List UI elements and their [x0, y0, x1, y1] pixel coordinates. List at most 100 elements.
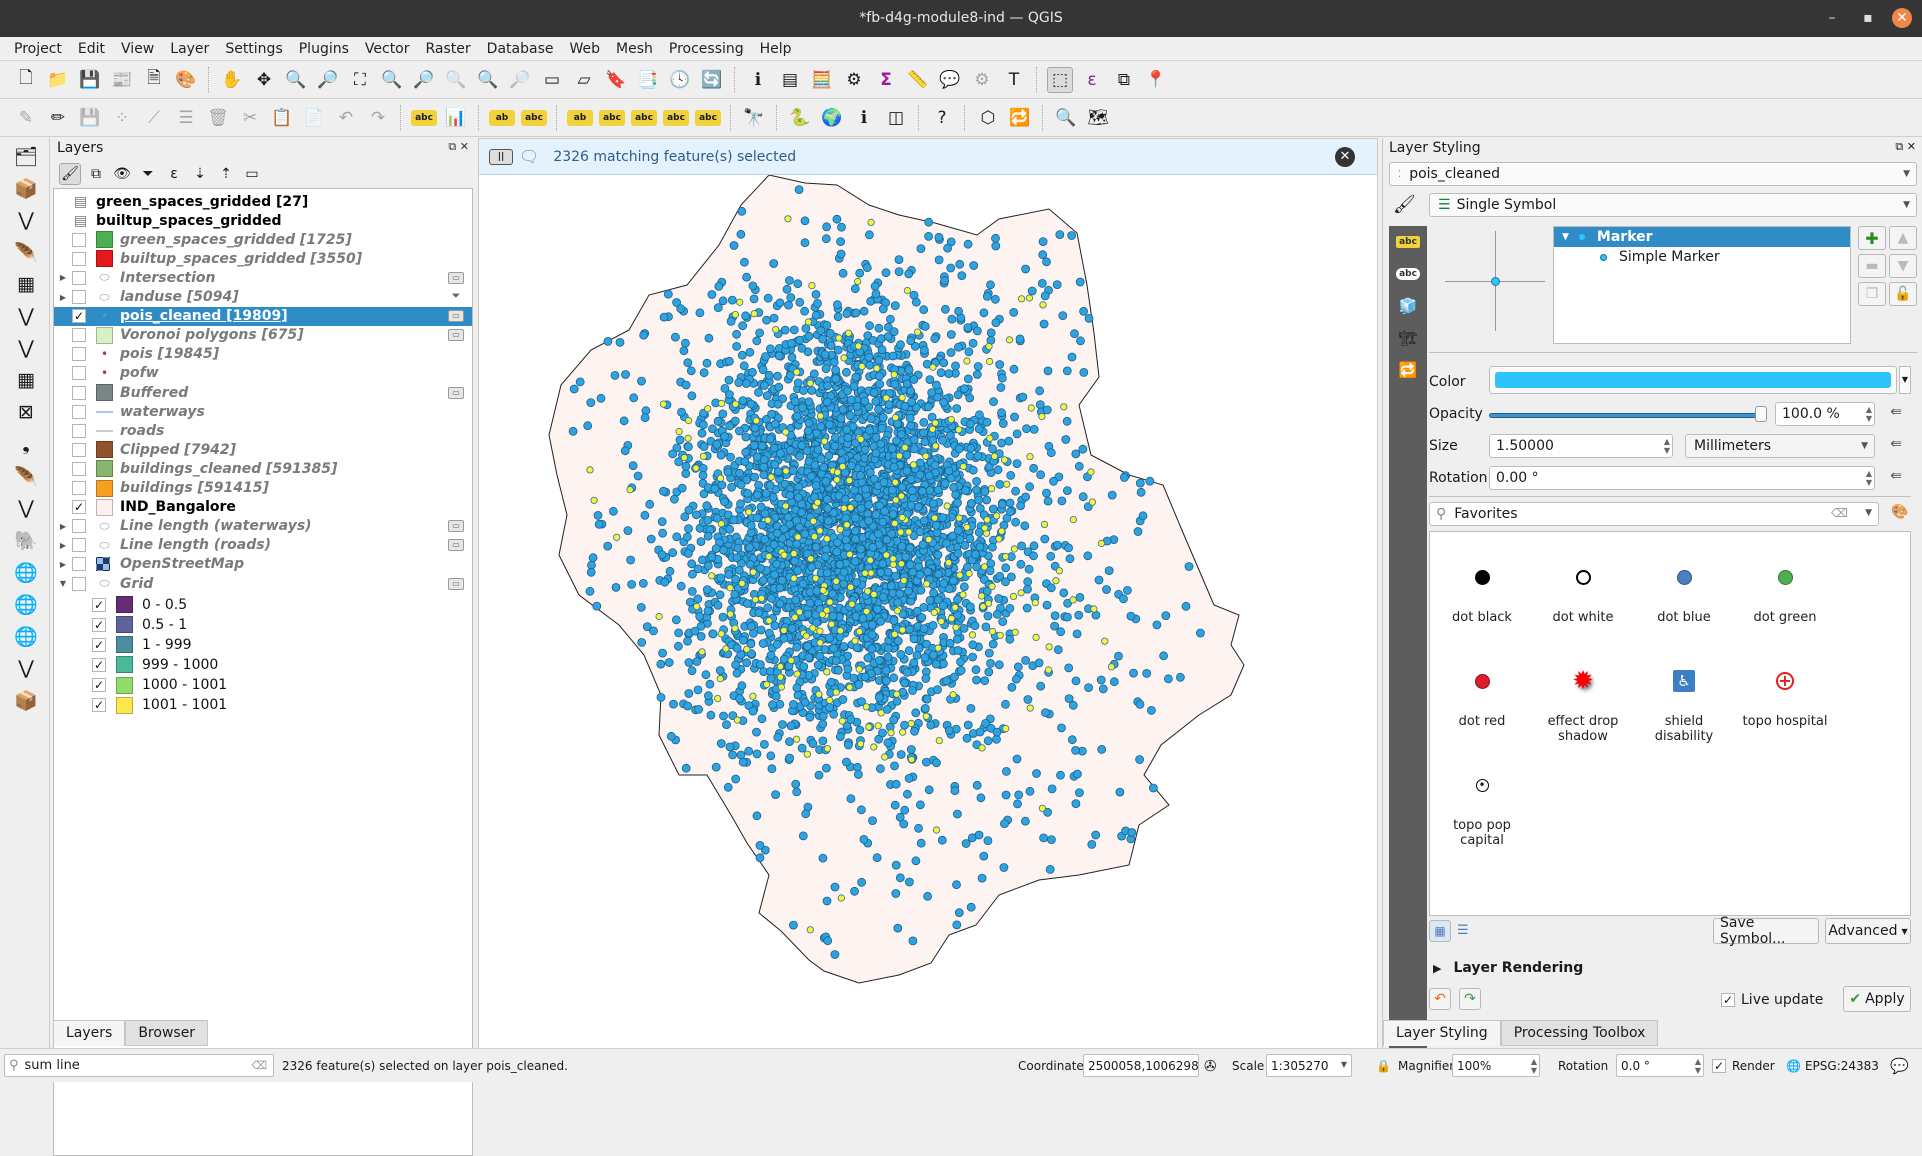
grid-legend-item[interactable]: ✓ 0 - 0.5 — [54, 595, 472, 614]
render-checkbox[interactable]: ✓ Render — [1712, 1055, 1775, 1077]
list-view-button[interactable]: ☰ — [1457, 923, 1469, 938]
duplicate-symbol-layer-button[interactable]: ❐ — [1858, 282, 1886, 306]
map-swipe-icon[interactable]: ◫ — [883, 105, 909, 131]
layer-item[interactable]: ▤ green_spaces_gridded [27] — [54, 192, 472, 211]
menu-help[interactable]: Help — [752, 41, 800, 57]
layer-visibility-checkbox[interactable] — [72, 347, 86, 362]
add-vector-tile-icon[interactable]: 📦 — [10, 686, 42, 714]
expand-arrow-icon[interactable]: ▶ — [58, 560, 68, 569]
filter-indicator-icon[interactable]: ⏷ — [448, 290, 464, 303]
diagrams-tab-icon[interactable]: 🏗 — [1389, 322, 1427, 354]
layer-visibility-checkbox[interactable] — [72, 442, 86, 457]
new-temporary-layer-icon[interactable]: 🪶 — [10, 238, 42, 266]
maximize-button[interactable]: ▪ — [1858, 8, 1878, 28]
layer-visibility-checkbox[interactable] — [72, 519, 86, 534]
history-tab-icon[interactable]: 🔁 — [1389, 354, 1427, 386]
text-annotation-icon[interactable]: T — [1001, 67, 1027, 93]
pin-labels-icon[interactable]: ab — [489, 109, 515, 126]
layer-visibility-checkbox[interactable] — [72, 404, 86, 419]
layer-indicator-icon[interactable]: ▭ — [448, 329, 464, 342]
legend-class-checkbox[interactable]: ✓ — [92, 597, 106, 612]
layer-visibility-checkbox[interactable]: ✓ — [72, 309, 86, 324]
pan-to-selection-icon[interactable]: ✥ — [251, 67, 277, 93]
menu-settings[interactable]: Settings — [217, 41, 290, 57]
layer-visibility-checkbox[interactable] — [72, 423, 86, 438]
map-canvas[interactable]: || 🗨 2326 matching feature(s) selected ✕ — [478, 138, 1378, 1049]
zoom-last-icon[interactable]: 🔍 — [475, 67, 501, 93]
zoom-full-icon[interactable]: ⛶ — [347, 67, 373, 93]
symbol-library-search[interactable]: ⚲ Favorites ⌫ ▼ — [1429, 502, 1879, 526]
layer-item[interactable]: ▶ ⬭ Intersection ▭ — [54, 268, 472, 287]
collapse-all-icon[interactable]: ⇡ — [215, 163, 237, 185]
layer-item[interactable]: ▶ ⬭ landuse [5094] ⏷ — [54, 288, 472, 307]
crs-button[interactable]: 🌐 EPSG:24383 — [1786, 1055, 1879, 1077]
layer-item[interactable]: ✓ • pois_cleaned [19809] ▭ — [54, 306, 472, 326]
layer-visibility-checkbox[interactable] — [72, 481, 86, 495]
size-unit-select[interactable]: Millimeters ▼ — [1685, 434, 1875, 458]
zoom-in-icon[interactable]: 🔍 — [283, 67, 309, 93]
save-edits-icon[interactable]: 💾 — [77, 105, 103, 131]
add-xyz-icon[interactable]: ⋁ — [10, 654, 42, 682]
georeferencer-icon[interactable]: 🗺 — [1085, 105, 1111, 131]
layer-visibility-checkbox[interactable] — [72, 366, 86, 381]
checkbox-icon[interactable]: ✓ — [1721, 993, 1735, 1007]
tab-layer-styling[interactable]: Layer Styling — [1383, 1020, 1501, 1046]
3d-view-tab-icon[interactable]: 🧊 — [1389, 290, 1427, 322]
refresh-table-icon[interactable]: 🔁 — [1007, 105, 1033, 131]
messages-icon[interactable]: 💬 — [1890, 1055, 1909, 1077]
grid-legend-item[interactable]: ✓ 1000 - 1001 — [54, 676, 472, 695]
measure-icon[interactable]: 📏 — [905, 67, 931, 93]
menu-raster[interactable]: Raster — [418, 41, 479, 57]
legend-class-checkbox[interactable]: ✓ — [92, 698, 106, 713]
remove-symbol-layer-button[interactable]: ▬ — [1858, 254, 1886, 278]
pan-icon[interactable]: ✋ — [219, 67, 245, 93]
zoom-out-icon[interactable]: 🔎 — [315, 67, 341, 93]
new-spatialite-icon[interactable]: ⋁ — [10, 302, 42, 330]
spin-arrows-icon[interactable]: ▲ ▼ — [1866, 469, 1872, 487]
add-virtual-layer-icon[interactable]: 🪶 — [10, 462, 42, 490]
geocoder-icon[interactable]: 🔭 — [741, 105, 767, 131]
zoom-next-icon[interactable]: 🔎 — [507, 67, 533, 93]
opacity-slider-handle[interactable] — [1755, 406, 1767, 422]
layer-item[interactable]: Buffered ▭ — [54, 383, 472, 402]
layer-rendering-section[interactable]: ▶ Layer Rendering — [1433, 960, 1583, 976]
tab-browser[interactable]: Browser — [125, 1020, 209, 1046]
toggle-extents-icon[interactable]: ✇ — [1204, 1055, 1217, 1077]
data-source-manager-icon[interactable]: 🗂 — [10, 142, 42, 170]
labels-tab-icon[interactable]: abc — [1389, 226, 1427, 258]
data-defined-override-icon[interactable]: ⇚ — [1885, 468, 1907, 488]
locator-search-icon[interactable]: 🔍 — [1053, 105, 1079, 131]
attribute-table-icon[interactable]: ▤ — [777, 67, 803, 93]
new-shapefile-icon[interactable]: ⋁ — [10, 206, 42, 234]
style-manager-icon[interactable]: 🎨 — [1889, 504, 1911, 524]
lock-scale-icon[interactable]: 🔒 — [1376, 1055, 1391, 1077]
layer-item[interactable]: green_spaces_gridded [1725] — [54, 230, 472, 249]
show-hide-labels-icon[interactable]: abc — [599, 109, 625, 126]
panel-float-close-buttons[interactable]: ⧉ ✕ — [448, 140, 469, 154]
expand-arrow-icon[interactable]: ▶ — [58, 541, 68, 550]
color-button[interactable] — [1489, 366, 1897, 394]
pause-icon[interactable]: || — [489, 148, 513, 165]
menu-layer[interactable]: Layer — [162, 41, 217, 57]
spin-arrows-icon[interactable]: ▲ ▼ — [1695, 1057, 1701, 1075]
save-project-icon[interactable]: 💾 — [77, 67, 103, 93]
menu-web[interactable]: Web — [561, 41, 608, 57]
undo-icon[interactable]: ↶ — [333, 105, 359, 131]
legend-class-checkbox[interactable]: ✓ — [92, 637, 106, 652]
layer-item[interactable]: builtup_spaces_gridded [3550] — [54, 249, 472, 268]
symbol-tree-root[interactable]: ▼ Marker — [1554, 227, 1850, 247]
grid-legend-item[interactable]: ✓ 1 - 999 — [54, 635, 472, 654]
close-window-button[interactable]: ✕ — [1892, 8, 1912, 28]
layer-indicator-icon[interactable]: ▭ — [448, 271, 464, 284]
layer-visibility-checkbox[interactable] — [72, 461, 86, 476]
icon-view-button[interactable]: ▦ — [1429, 920, 1451, 942]
menu-edit[interactable]: Edit — [70, 41, 113, 57]
cut-features-icon[interactable]: ✂ — [237, 105, 263, 131]
panel-float-close-buttons[interactable]: ⧉ ✕ — [1895, 140, 1916, 154]
style-manager-icon[interactable]: 🎨 — [173, 67, 199, 93]
modify-attributes-icon[interactable]: ☰ — [173, 105, 199, 131]
layer-indicator-icon[interactable]: ▭ — [448, 577, 464, 590]
symbol-favorite-item[interactable]: dot red — [1432, 666, 1532, 729]
layer-item[interactable]: ▶ OpenStreetMap — [54, 555, 472, 574]
clear-search-icon[interactable]: ⌫ — [1831, 506, 1848, 520]
